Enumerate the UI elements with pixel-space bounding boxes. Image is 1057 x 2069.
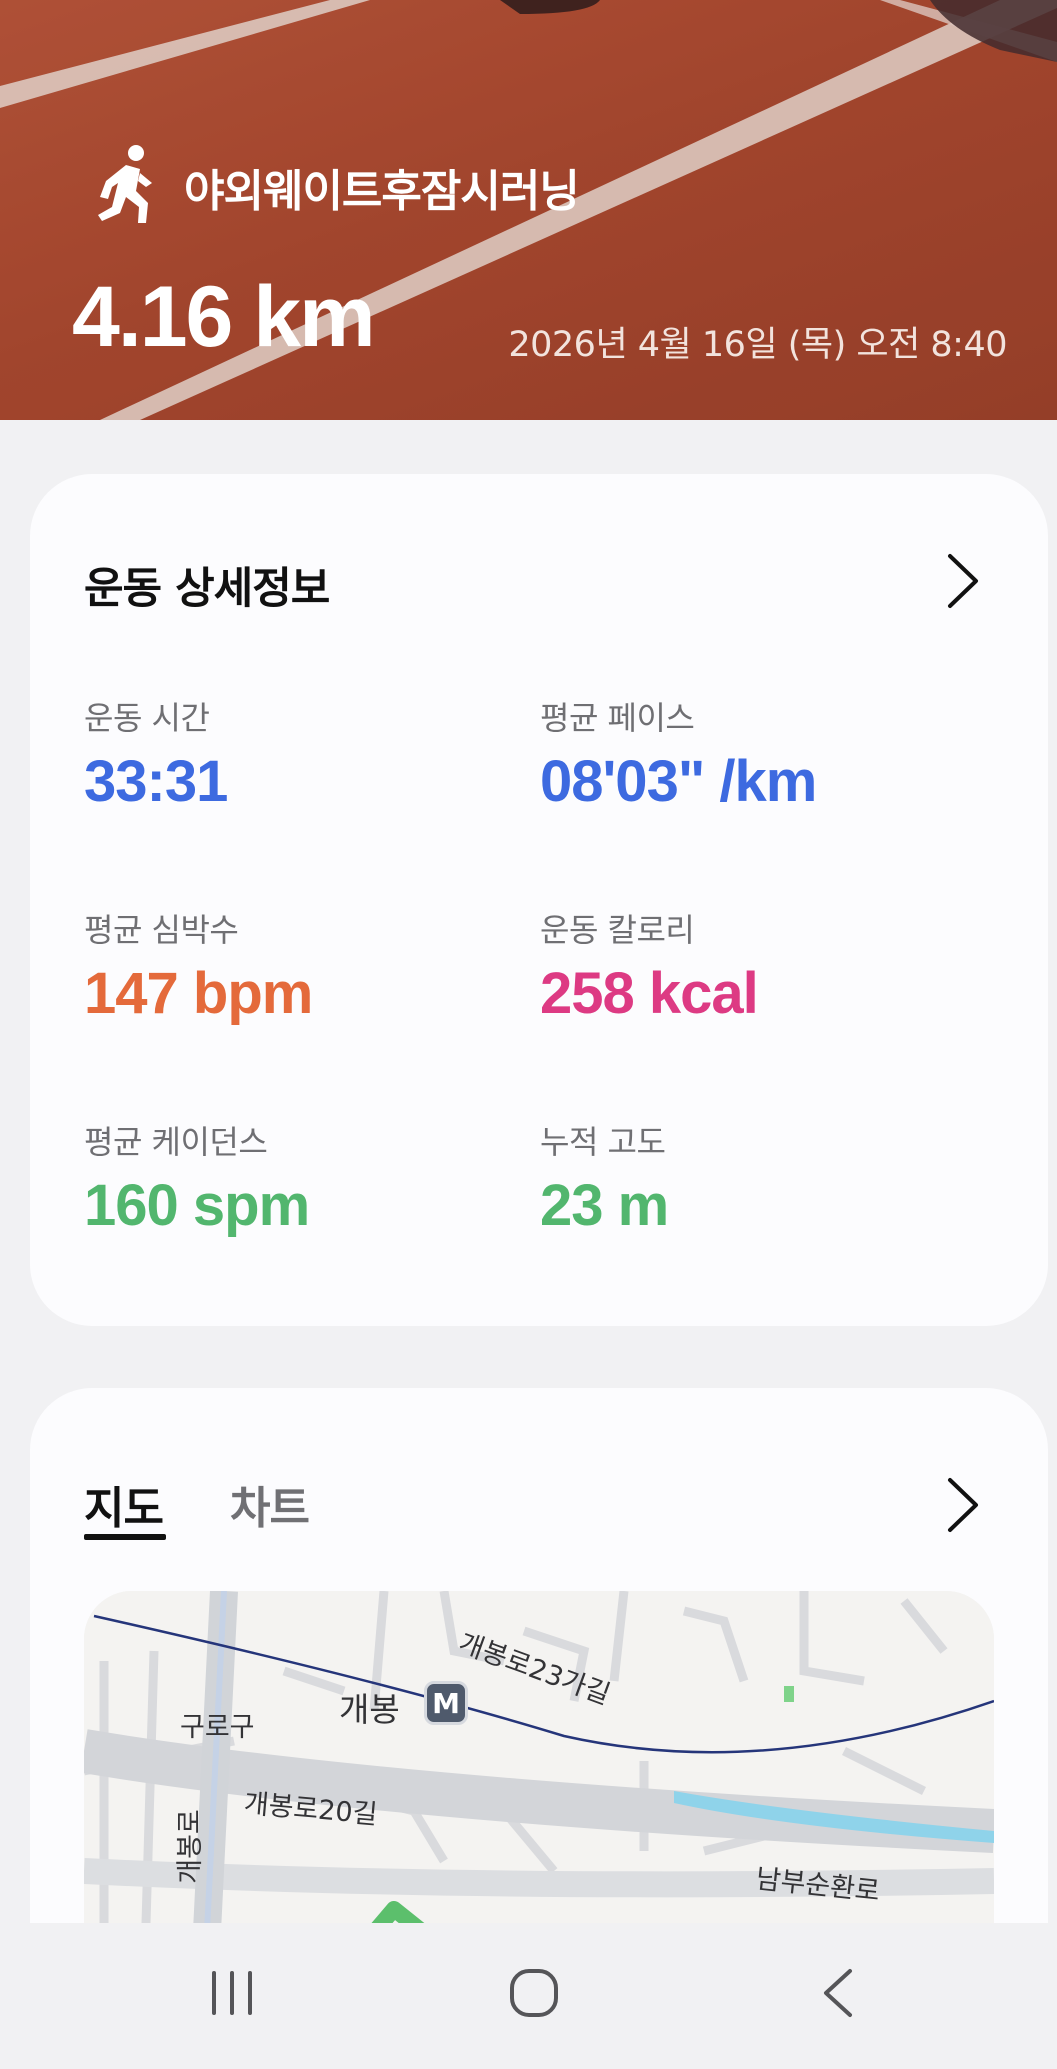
workout-title-row: 야외웨이트후잠시러닝 <box>88 142 580 232</box>
chevron-right-icon <box>948 554 978 608</box>
stat-label: 평균 케이던스 <box>84 1123 268 1161</box>
workout-details-card[interactable]: 운동 상세정보 운동 시간 33:31 평균 페이스 08'03" /km 평균… <box>30 474 1048 1326</box>
back-chevron-icon <box>824 1969 852 2017</box>
stat-avg-heart-rate: 평균 심박수 147 bpm <box>84 908 504 1030</box>
workout-name: 야외웨이트후잠시러닝 <box>184 166 580 217</box>
map-open-button[interactable] <box>938 1472 988 1538</box>
home-icon <box>510 1969 558 2017</box>
map-label-district: 구로구 <box>180 1712 255 1743</box>
stat-label: 운동 칼로리 <box>540 911 695 949</box>
stat-label: 운동 시간 <box>84 699 210 737</box>
stat-label: 평균 페이스 <box>540 699 695 737</box>
workout-distance: 4.16 km <box>72 269 376 365</box>
map-label-road: 개봉로 <box>174 1809 206 1884</box>
stat-elevation-gain: 누적 고도 23 m <box>540 1120 960 1242</box>
stat-value: 08'03" /km <box>540 749 817 814</box>
stat-value: 258 kcal <box>540 961 759 1026</box>
details-title: 운동 상세정보 <box>84 564 330 614</box>
stat-value: 23 m <box>540 1173 669 1238</box>
map-label-station: 개봉 <box>339 1690 400 1729</box>
details-open-button[interactable] <box>938 548 988 614</box>
tab-map[interactable]: 지도 <box>84 1472 164 1536</box>
stat-value: 160 spm <box>84 1173 310 1238</box>
stat-label: 누적 고도 <box>540 1123 666 1161</box>
workout-datetime: 2026년 4월 16일 (목) 오전 8:40 <box>508 325 1007 365</box>
running-person-icon <box>98 145 152 223</box>
stat-calories: 운동 칼로리 258 kcal <box>540 908 960 1030</box>
stat-value: 33:31 <box>84 749 228 814</box>
stat-avg-pace: 평균 페이스 08'03" /km <box>540 696 960 818</box>
active-tab-indicator <box>84 1534 166 1540</box>
chevron-right-icon <box>948 1478 978 1532</box>
stat-label: 평균 심박수 <box>84 911 239 949</box>
metro-station-icon: M <box>424 1681 468 1725</box>
system-navigation-bar <box>0 1923 1057 2069</box>
stat-value: 147 bpm <box>84 961 313 1026</box>
workout-hero-banner: 야외웨이트후잠시러닝 4.16 km 2026년 4월 16일 (목) 오전 8… <box>0 0 1057 420</box>
recent-apps-button[interactable] <box>172 1953 292 2033</box>
tab-chart[interactable]: 차트 <box>230 1472 310 1536</box>
home-button[interactable] <box>474 1953 594 2033</box>
recent-apps-icon <box>212 1971 252 2015</box>
stat-avg-cadence: 평균 케이던스 160 spm <box>84 1120 504 1242</box>
stat-duration: 운동 시간 33:31 <box>84 696 504 818</box>
back-button[interactable] <box>778 1953 898 2033</box>
